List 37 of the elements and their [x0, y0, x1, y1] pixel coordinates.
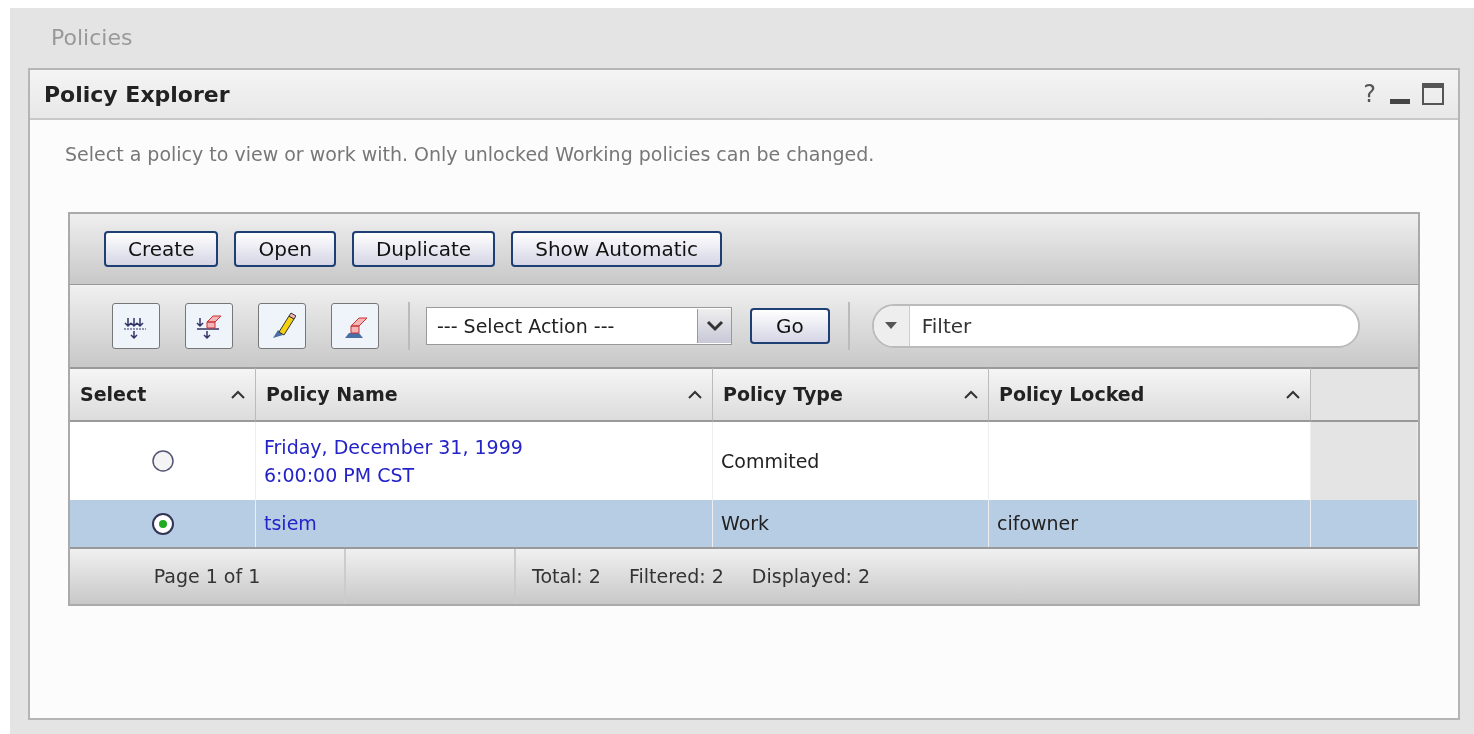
minimize-icon[interactable]	[1390, 97, 1410, 105]
page-indicator: Page 1 of 1	[153, 564, 261, 590]
help-button[interactable]: ?	[1363, 76, 1376, 112]
policy-link[interactable]: tsiem	[264, 509, 317, 538]
column-header[interactable]: Policy Type	[713, 367, 989, 422]
instruction-text: Select a policy to view or work with. Only unlocked Working policies can be changed.	[65, 143, 875, 165]
column-header[interactable]: Policy Locked	[989, 367, 1311, 422]
filter-field[interactable]: Filter	[871, 304, 1360, 348]
footer-stat: Filtered: 2	[628, 564, 724, 590]
radio-button[interactable]	[150, 511, 175, 536]
sort-icon	[1286, 390, 1300, 399]
footer-stat: Total: 2	[532, 564, 601, 590]
toolbar-icon-button[interactable]	[185, 303, 233, 349]
column-header[interactable]: Policy Name	[256, 367, 713, 422]
footer-stat: Displayed: 2	[751, 564, 871, 590]
panel-title: Policy Explorer	[44, 80, 230, 109]
toolbar-button[interactable]: Duplicate	[351, 231, 496, 267]
action-select[interactable]: --- Select Action ---	[426, 307, 732, 345]
toolbar-icon-button[interactable]	[112, 303, 160, 349]
page-title: Policies	[50, 24, 134, 52]
table-cell: Work	[713, 500, 989, 547]
toolbar-button[interactable]: Open	[234, 231, 336, 267]
radio-button[interactable]	[150, 449, 175, 473]
toolbar-icon-button[interactable]	[331, 303, 379, 349]
clear-rows-icon	[195, 312, 223, 340]
sort-icon	[231, 390, 245, 399]
filter-menu-icon[interactable]	[885, 322, 898, 330]
maximize-icon[interactable]	[1422, 83, 1444, 105]
column-header[interactable]: Select	[70, 367, 256, 422]
toolbar-icon-button[interactable]	[258, 303, 306, 349]
go-button[interactable]: Go	[750, 308, 830, 344]
toolbar-button[interactable]: Create	[104, 231, 219, 267]
sort-icon	[964, 390, 978, 399]
toolbar-button[interactable]: Show Automatic	[511, 231, 723, 267]
table-cell: cifowner	[989, 500, 1311, 547]
policy-link[interactable]: Friday, December 31, 1999 6:00:00 PM CST	[264, 432, 564, 490]
sort-icon	[688, 390, 702, 399]
